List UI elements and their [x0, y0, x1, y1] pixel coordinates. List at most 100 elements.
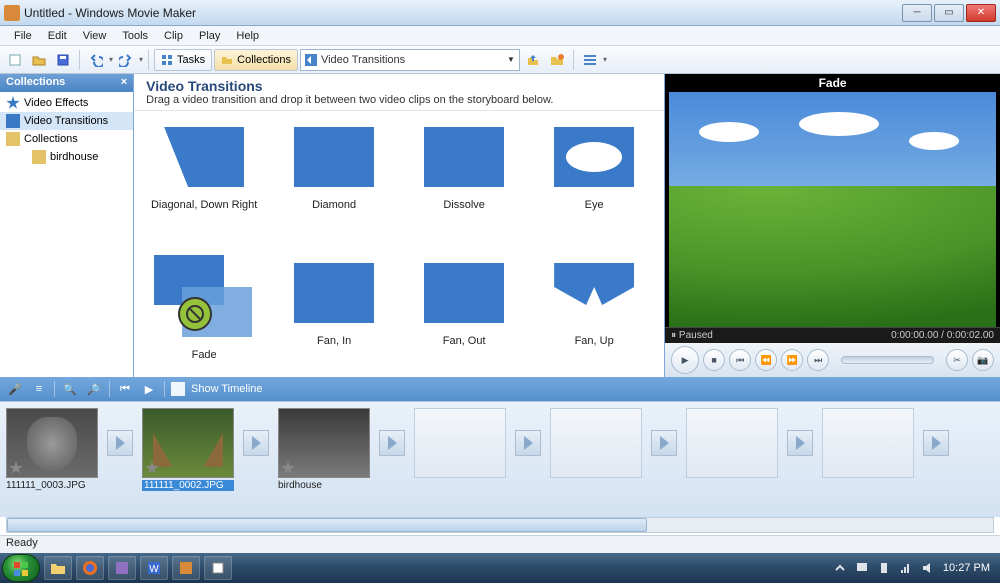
undo-button[interactable]	[85, 49, 107, 71]
clip-thumb[interactable]	[278, 408, 370, 478]
next-button[interactable]: ⏭	[807, 349, 829, 371]
empty-clip-slot[interactable]	[414, 408, 506, 478]
dropdown-value: Video Transitions	[321, 54, 405, 66]
menu-clip[interactable]: Clip	[156, 28, 191, 44]
redo-button[interactable]	[115, 49, 137, 71]
views-button[interactable]	[579, 49, 601, 71]
prev-button[interactable]: ⏮	[729, 349, 751, 371]
start-button[interactable]	[2, 554, 40, 582]
zoom-out-button[interactable]: 🔎	[85, 380, 103, 398]
transition-item[interactable]: Dissolve	[404, 119, 524, 251]
transition-item[interactable]: Fan, Up	[534, 255, 654, 377]
show-timeline-button[interactable]: Show Timeline	[191, 383, 263, 395]
transition-cell[interactable]	[374, 408, 410, 478]
storyboard-clip[interactable]: birdhouse	[278, 408, 370, 491]
new-folder-button[interactable]	[546, 49, 568, 71]
maximize-button[interactable]: ▭	[934, 4, 964, 22]
split-button[interactable]: ✂	[946, 349, 968, 371]
transition-item-fade[interactable]: Fade	[144, 255, 264, 377]
transition-item[interactable]: Diagonal, Down Right	[144, 119, 264, 251]
menu-view[interactable]: View	[75, 28, 115, 44]
transition-cell[interactable]	[510, 408, 546, 478]
rewind-button[interactable]: ⏪	[755, 349, 777, 371]
taskbar-firefox[interactable]	[76, 556, 104, 580]
transition-item[interactable]: Fan, In	[274, 255, 394, 377]
effects-star-icon[interactable]	[281, 461, 295, 475]
storyboard-clip[interactable]: 111111_0003.JPG	[6, 408, 98, 491]
timeline-icon	[171, 382, 185, 396]
preview-video[interactable]	[669, 92, 996, 327]
storyboard-toolbar: 🎤 ≡ 🔍 🔎 ⏮ ▶ Show Timeline	[0, 377, 1000, 401]
chevron-down-icon: ▼	[507, 55, 515, 64]
sidebar-close-button[interactable]: ×	[121, 76, 127, 90]
transitions-icon	[305, 54, 317, 66]
tray-clock[interactable]: 10:27 PM	[943, 562, 990, 574]
clip-thumb[interactable]	[142, 408, 234, 478]
tree-video-effects[interactable]: Video Effects	[0, 94, 133, 112]
taskbar-app2[interactable]	[204, 556, 232, 580]
storyboard-scrollbar[interactable]	[6, 517, 994, 533]
snapshot-button[interactable]: 📷	[972, 349, 994, 371]
new-project-button[interactable]	[4, 49, 26, 71]
sidebar-title: Collections	[6, 76, 65, 90]
transition-cell[interactable]	[238, 408, 274, 478]
transition-cell[interactable]	[918, 408, 954, 478]
taskbar-app[interactable]	[108, 556, 136, 580]
system-tray: 10:27 PM	[833, 561, 998, 575]
storyboard[interactable]: 111111_0003.JPG 111111_0002.JPG birdhous…	[0, 401, 1000, 517]
tray-battery-icon[interactable]	[877, 561, 891, 575]
menu-file[interactable]: File	[6, 28, 40, 44]
tray-show-hidden-icon[interactable]	[833, 561, 847, 575]
effects-star-icon[interactable]	[9, 461, 23, 475]
effects-star-icon[interactable]	[145, 461, 159, 475]
stop-button[interactable]: ■	[703, 349, 725, 371]
location-dropdown[interactable]: Video Transitions ▼	[300, 49, 520, 71]
empty-clip-slot[interactable]	[822, 408, 914, 478]
toolbar: ▾ ▾ Tasks Collections Video Transitions …	[0, 46, 1000, 74]
transition-cell[interactable]	[782, 408, 818, 478]
transition-item[interactable]: Diamond	[274, 119, 394, 251]
tray-flag-icon[interactable]	[855, 561, 869, 575]
transition-cell[interactable]	[102, 408, 138, 478]
narrate-button[interactable]: 🎤	[6, 380, 24, 398]
up-level-button[interactable]	[522, 49, 544, 71]
content-hint: Drag a video transition and drop it betw…	[146, 94, 652, 106]
play-storyboard-button[interactable]: ▶	[140, 380, 158, 398]
menu-help[interactable]: Help	[228, 28, 267, 44]
empty-clip-slot[interactable]	[550, 408, 642, 478]
fade-thumb	[154, 255, 254, 345]
clip-thumb[interactable]	[6, 408, 98, 478]
tree-collections[interactable]: Collections	[0, 130, 133, 148]
menu-play[interactable]: Play	[191, 28, 228, 44]
transition-item[interactable]: Eye	[534, 119, 654, 251]
taskbar-explorer[interactable]	[44, 556, 72, 580]
preview-title: Fade	[665, 74, 1000, 92]
collections-button[interactable]: Collections	[214, 49, 298, 71]
pause-icon: ⏸	[671, 330, 676, 341]
tree-video-transitions[interactable]: Video Transitions	[0, 112, 133, 130]
minimize-button[interactable]: ─	[902, 4, 932, 22]
taskbar-moviemaker[interactable]	[172, 556, 200, 580]
empty-clip-slot[interactable]	[686, 408, 778, 478]
preview-monitor: Fade ⏸ Paused 0:00:00.00 / 0:00:02.00 ▶ …	[665, 74, 1000, 377]
transition-item[interactable]: Fan, Out	[404, 255, 524, 377]
zoom-in-button[interactable]: 🔍	[61, 380, 79, 398]
menu-tools[interactable]: Tools	[114, 28, 156, 44]
open-project-button[interactable]	[28, 49, 50, 71]
rewind-storyboard-button[interactable]: ⏮	[116, 380, 134, 398]
tasks-button[interactable]: Tasks	[154, 49, 212, 71]
tray-volume-icon[interactable]	[921, 561, 935, 575]
preview-timecode: 0:00:00.00 / 0:00:02.00	[891, 330, 994, 341]
close-button[interactable]: ✕	[966, 4, 996, 22]
audio-levels-button[interactable]: ≡	[30, 380, 48, 398]
tree-birdhouse[interactable]: birdhouse	[0, 148, 133, 166]
save-button[interactable]	[52, 49, 74, 71]
menu-edit[interactable]: Edit	[40, 28, 75, 44]
transition-cell[interactable]	[646, 408, 682, 478]
play-button[interactable]: ▶	[671, 346, 699, 374]
taskbar-word[interactable]: W	[140, 556, 168, 580]
forward-button[interactable]: ⏩	[781, 349, 803, 371]
storyboard-clip[interactable]: 111111_0002.JPG	[142, 408, 234, 491]
tray-network-icon[interactable]	[899, 561, 913, 575]
seek-bar[interactable]	[841, 356, 934, 364]
